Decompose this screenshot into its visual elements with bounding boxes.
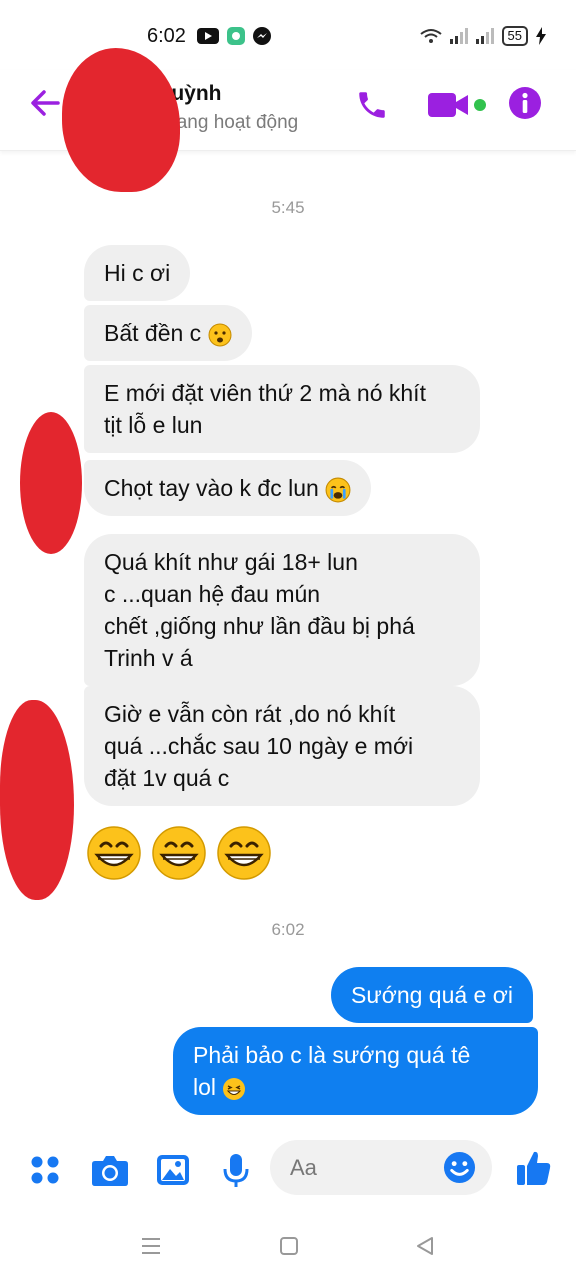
message-text: quá ...chắc sau 10 ngày e mới bbox=[104, 733, 414, 759]
video-call-icon[interactable] bbox=[428, 90, 490, 120]
status-time: 6:02 bbox=[147, 25, 186, 47]
grinning-face-emoji-icon bbox=[87, 826, 141, 880]
like-thumb-icon[interactable] bbox=[516, 1149, 552, 1187]
recent-apps-icon[interactable] bbox=[140, 1235, 162, 1257]
message-composer: Aa bbox=[0, 1125, 576, 1215]
timestamp: 5:45 bbox=[271, 198, 305, 217]
back-arrow-icon[interactable] bbox=[28, 86, 62, 120]
app-icon bbox=[227, 27, 245, 45]
message-bubble-incoming[interactable]: Giờ e vẫn còn rát ,do nó khít quá ...chắ… bbox=[84, 686, 480, 806]
message-bubble-incoming[interactable]: Hi c ơi bbox=[84, 245, 191, 301]
message-bubble-incoming[interactable]: E mới đặt viên thứ 2 mà nó khít tịt lỗ e… bbox=[84, 365, 480, 453]
wifi-icon bbox=[419, 29, 442, 43]
message-bubble-incoming[interactable]: Bất đền c bbox=[84, 305, 252, 361]
timestamp: 6:02 bbox=[271, 920, 305, 939]
message-text: Quá khít như gái 18+ lun bbox=[104, 549, 358, 575]
back-nav-icon[interactable] bbox=[414, 1235, 436, 1257]
laughing-face-emoji-icon bbox=[223, 1077, 246, 1100]
message-text: lol bbox=[193, 1074, 217, 1100]
youtube-icon bbox=[197, 28, 219, 44]
emoji-picker-icon[interactable] bbox=[443, 1151, 476, 1184]
message-text: tịt lỗ e lun bbox=[104, 412, 203, 438]
redaction-mark bbox=[20, 412, 82, 554]
phone-call-icon[interactable] bbox=[355, 88, 389, 122]
signal-icon-1 bbox=[449, 28, 468, 44]
battery-indicator: 55 bbox=[501, 26, 528, 46]
system-icons: 55 bbox=[419, 26, 546, 46]
message-bubble-outgoing[interactable]: Sướng quá e ơi bbox=[331, 967, 533, 1023]
message-text: Hi c ơi bbox=[104, 260, 171, 286]
message-bubble-outgoing[interactable]: Phải bảo c là sướng quá tê lol bbox=[173, 1027, 538, 1115]
image-gallery-icon[interactable] bbox=[156, 1153, 190, 1187]
message-text: chết ,giống như lần đầu bị phá bbox=[104, 613, 415, 639]
message-text: c ...quan hệ đau mún bbox=[104, 581, 321, 607]
message-bubble-incoming[interactable]: Chọt tay vào k đc lun bbox=[84, 460, 372, 516]
system-navigation-bar bbox=[0, 1215, 576, 1280]
message-input[interactable]: Aa bbox=[270, 1140, 492, 1195]
message-text: E mới đặt viên thứ 2 mà nó khít bbox=[104, 380, 426, 406]
message-text: Phải bảo c là sướng quá tê bbox=[193, 1042, 471, 1068]
contact-status: Đang hoạt động bbox=[163, 112, 299, 133]
message-text: đặt 1v quá c bbox=[104, 765, 230, 791]
redaction-mark bbox=[0, 700, 74, 900]
message-text: Bất đền c bbox=[104, 320, 202, 346]
signal-icon-2 bbox=[475, 28, 494, 44]
message-text: Trinh v á bbox=[104, 645, 193, 671]
crying-face-emoji-icon bbox=[325, 477, 351, 503]
grinning-face-emoji-icon bbox=[217, 826, 271, 880]
message-text: Giờ e vẫn còn rát ,do nó khít bbox=[104, 701, 396, 727]
message-bubble-incoming[interactable]: Quá khít như gái 18+ lun c ...quan hệ đa… bbox=[84, 534, 480, 686]
charging-icon bbox=[536, 27, 546, 45]
message-text: Sướng quá e ơi bbox=[351, 982, 513, 1008]
message-text: Chọt tay vào k đc lun bbox=[104, 475, 319, 501]
notification-icons bbox=[197, 27, 271, 45]
message-input-placeholder: Aa bbox=[290, 1155, 317, 1180]
microphone-icon[interactable] bbox=[222, 1153, 250, 1189]
home-icon[interactable] bbox=[278, 1235, 300, 1257]
emoji-message[interactable] bbox=[86, 825, 272, 881]
messenger-icon bbox=[253, 27, 271, 45]
camera-icon[interactable] bbox=[91, 1153, 129, 1187]
grinning-face-emoji-icon bbox=[152, 826, 206, 880]
menu-dots-icon[interactable] bbox=[28, 1153, 62, 1187]
worried-face-emoji-icon bbox=[208, 323, 232, 347]
info-icon[interactable] bbox=[508, 86, 542, 120]
